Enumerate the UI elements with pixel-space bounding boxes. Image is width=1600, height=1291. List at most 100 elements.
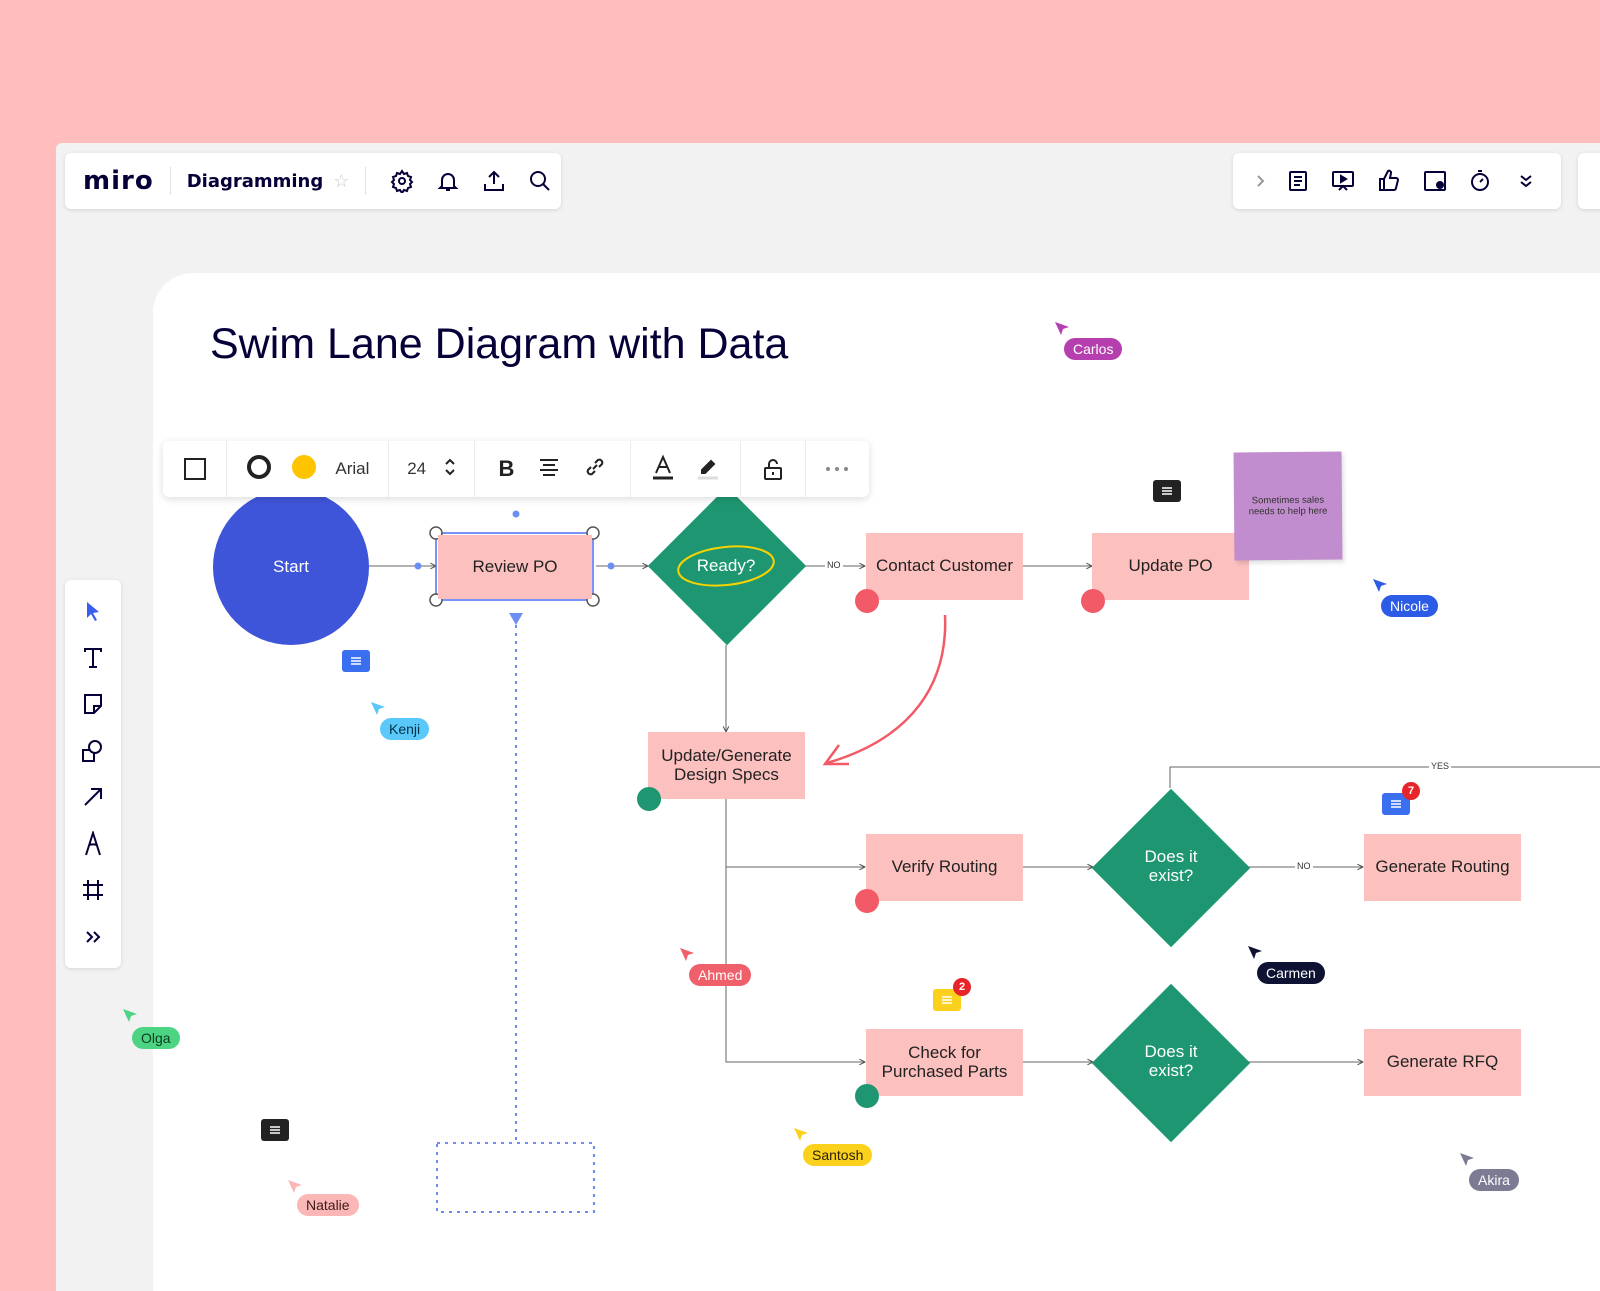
verify-routing-node[interactable]: Verify Routing [866,834,1023,901]
more-tools-icon[interactable] [73,917,113,957]
red-hand-arrow[interactable] [826,614,947,765]
cursor-pointer-icon [1373,579,1387,592]
start-node[interactable]: Start [213,489,369,645]
comment-count-badge: 7 [1402,782,1420,800]
top-left-toolbar: miro Diagramming ☆ [65,153,561,209]
board-canvas[interactable]: Swim Lane Diagram with Data NO NO YES St… [153,273,1600,1291]
upload-icon[interactable] [474,161,514,201]
design-specs-node[interactable]: Update/Generate Design Specs [648,732,805,799]
status-dot [637,787,661,811]
collaborator-label: Akira [1469,1169,1519,1191]
review-po-label: Review PO [472,556,558,576]
collaborator-label: Natalie [297,1194,359,1216]
status-dot [855,589,879,613]
comment-icon[interactable] [261,1119,289,1141]
highlight-icon[interactable] [696,454,720,485]
collaborator-label: Nicole [1381,595,1438,617]
contact-customer-label: Contact Customer [876,556,1013,576]
collaborator-label: Carmen [1257,962,1325,984]
status-dot [855,889,879,913]
exist-decision-label: Does it exist? [1144,847,1198,885]
bold-icon[interactable]: B [499,456,515,482]
check-parts-node[interactable]: Check for Purchased Parts [866,1029,1023,1096]
collaborator-label: Kenji [380,718,430,740]
screen-share-icon[interactable] [1415,161,1455,201]
font-size-value[interactable]: 24 [407,459,426,479]
sticky-note[interactable]: Sometimes sales needs to help here [1233,451,1343,561]
comment-icon[interactable]: 7 [1382,782,1420,815]
font-size-group: 24 [389,441,476,497]
update-po-node[interactable]: Update PO [1092,533,1249,600]
lock-icon[interactable] [741,441,806,497]
cursor-pointer-icon [1248,946,1262,959]
status-dot [855,1084,879,1108]
toolbar-divider [365,167,367,195]
dashed-placeholder[interactable] [436,1142,595,1213]
edge-yes[interactable] [1169,766,1600,788]
link-icon[interactable] [583,455,607,484]
board-name[interactable]: Diagramming [187,171,324,192]
pen-tool-icon[interactable] [73,824,113,864]
shapes-tool-icon[interactable] [73,731,113,771]
select-tool-icon[interactable] [73,591,113,631]
collaborator-label: Ahmed [689,964,752,986]
present-icon[interactable] [1323,161,1363,201]
left-toolbar [65,580,121,968]
collaborator-label: Santosh [803,1144,873,1166]
font-size-stepper-icon[interactable] [444,456,456,483]
cursor-pointer-icon [123,1009,137,1022]
cursor-pointer-icon [1055,322,1069,335]
generate-routing-node[interactable]: Generate Routing [1364,834,1521,901]
fill-color-icon[interactable] [291,454,317,485]
update-po-label: Update PO [1128,556,1213,576]
more-options-icon[interactable] [806,441,869,497]
exist-decision-label: Does it exist? [1144,1042,1198,1080]
text-tool-icon[interactable] [73,638,113,678]
review-po-node[interactable]: Review PO [438,535,592,599]
generate-rfq-node[interactable]: Generate RFQ [1364,1029,1521,1096]
timer-icon[interactable] [1460,161,1500,201]
ready-decision-label: Ready? [696,555,756,575]
context-toolbar: Arial 24 B [163,441,869,497]
align-icon[interactable] [538,457,560,482]
connectors-layer [369,510,1600,1213]
notes-icon[interactable] [1278,161,1318,201]
generate-rfq-label: Generate RFQ [1386,1052,1499,1072]
comment-icon[interactable] [342,650,370,672]
toolbar-stub [1578,153,1600,209]
start-label: Start [273,556,309,576]
comment-icon[interactable] [1153,480,1181,502]
cursor-pointer-icon [680,948,694,961]
text-format-group: B [475,441,632,497]
star-icon[interactable]: ☆ [333,171,349,192]
edge-label-yes: YES [1429,761,1452,771]
bell-icon[interactable] [428,161,468,201]
style-group: Arial [227,441,390,497]
color-group [631,441,742,497]
comment-icon[interactable]: 2 [933,978,971,1011]
status-dot [1081,589,1105,613]
cursor-pointer-icon [1460,1153,1474,1166]
frame-tool-icon[interactable] [73,870,113,910]
font-family-select[interactable]: Arial [335,459,369,479]
like-icon[interactable] [1369,161,1409,201]
more-down-icon[interactable] [1506,161,1546,201]
check-parts-label: Check for Purchased Parts [881,1042,1008,1081]
top-right-toolbar [1233,153,1561,209]
miro-app-window: miro Diagramming ☆ Swim Lane Diagram wit… [56,143,1600,1291]
edge-specs-parts[interactable] [725,799,865,1062]
chevron-right-icon[interactable] [1248,161,1272,201]
cursor-pointer-icon [794,1128,808,1141]
miro-logo[interactable]: miro [83,166,154,196]
settings-icon[interactable] [382,161,422,201]
toolbar-divider [169,167,171,195]
sticky-note-tool-icon[interactable] [73,684,113,724]
search-icon[interactable] [520,161,560,201]
edge-label-no: NO [1295,861,1313,871]
border-color-icon[interactable] [246,454,272,485]
text-color-icon[interactable] [651,454,675,485]
contact-customer-node[interactable]: Contact Customer [866,533,1023,600]
arrow-tool-icon[interactable] [73,777,113,817]
shape-type-icon[interactable] [163,441,228,497]
collaborator-label: Olga [132,1027,180,1049]
